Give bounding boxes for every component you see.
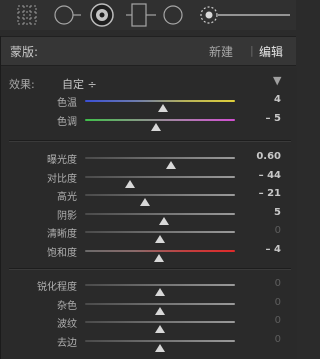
slider-track[interactable] [85, 339, 235, 352]
slider-label: 去边 [57, 337, 77, 349]
slider-track[interactable] [85, 118, 235, 131]
slider-track[interactable] [85, 175, 235, 188]
slider-thumb[interactable] [153, 254, 164, 262]
slider-value[interactable]: 0 [275, 278, 281, 289]
slider-thumb[interactable] [151, 122, 162, 131]
graduated-filter-icon[interactable] [126, 2, 156, 28]
slider-value[interactable]: – 5 [266, 113, 281, 124]
red-eye-icon[interactable] [89, 2, 115, 28]
mask-edit-button[interactable]: 编辑 [259, 43, 283, 60]
mask-header: 蒙版: 新建 | 编辑 [0, 36, 296, 66]
slider-row: 色温 4 [1, 92, 297, 112]
slider-track[interactable] [85, 250, 235, 262]
slider-label: 曝光度 [47, 155, 77, 166]
collapse-triangle-icon[interactable]: ▼ [273, 74, 281, 87]
slider-label: 清晰度 [47, 229, 77, 241]
slider-label: 色调 [57, 116, 77, 128]
slider-track[interactable] [85, 231, 235, 244]
slider-value[interactable]: – 44 [259, 170, 281, 181]
slider-label: 饱和度 [47, 248, 77, 259]
slider-row: 色调 – 5 [1, 111, 297, 131]
slider-label: 杂色 [57, 300, 77, 312]
tool-strip [0, 0, 296, 30]
slider-label: 锐化程度 [37, 282, 77, 293]
slider-value[interactable]: 0 [275, 225, 281, 236]
slider-value[interactable]: 0 [275, 297, 281, 308]
slider-row: 高光 – 21 [1, 186, 297, 207]
adjustment-brush-icon[interactable] [196, 2, 292, 28]
slider-label: 色温 [57, 98, 77, 109]
slider-value[interactable]: – 21 [259, 188, 281, 199]
slider-track[interactable] [85, 212, 235, 225]
slider-value[interactable]: 0 [275, 334, 281, 345]
slider-value[interactable]: 4 [274, 94, 281, 105]
mask-separator: | [250, 44, 254, 57]
slider-value[interactable]: – 4 [266, 244, 281, 255]
mask-label: 蒙版: [10, 45, 39, 59]
effect-preset-select[interactable]: 自定 ÷ [62, 76, 97, 92]
spot-removal-icon[interactable] [52, 2, 82, 28]
slider-row: 对比度 – 44 [1, 168, 297, 188]
crop-overlay-icon[interactable] [16, 2, 40, 28]
slider-label: 阴影 [57, 210, 77, 222]
radial-filter-icon[interactable] [160, 2, 186, 28]
slider-track[interactable] [85, 194, 235, 207]
slider-track[interactable] [85, 100, 235, 112]
slider-value[interactable]: 0 [275, 315, 281, 326]
adjustment-panel: 效果: 自定 ÷ ▼ 色温 4 色调 – 5 曝光度 0.60 对比度 – 44 高光 – 21 阴… [0, 68, 297, 359]
slider-row: 杂色 0 [1, 295, 297, 315]
slider-value[interactable]: 0.60 [256, 151, 281, 162]
group-divider [9, 140, 291, 141]
slider-track[interactable] [85, 302, 235, 315]
group-divider [9, 268, 291, 269]
slider-row: 曝光度 0.60 [1, 149, 297, 169]
slider-track[interactable] [85, 321, 235, 334]
slider-row: 去边 0 [1, 332, 297, 352]
slider-track[interactable] [85, 157, 235, 169]
slider-row: 饱和度 – 4 [1, 242, 297, 262]
slider-row: 阴影 5 [1, 205, 297, 225]
slider-thumb[interactable] [155, 343, 165, 352]
slider-row: 波纹 0 [1, 313, 297, 334]
slider-label: 对比度 [47, 173, 77, 185]
slider-label: 波纹 [57, 319, 77, 331]
slider-track[interactable] [85, 284, 235, 296]
mask-new-button[interactable]: 新建 [209, 43, 233, 60]
slider-label: 高光 [57, 192, 77, 204]
effect-label: 效果: [9, 78, 35, 91]
slider-row: 清晰度 0 [1, 223, 297, 244]
slider-row: 锐化程度 0 [1, 276, 297, 296]
slider-value[interactable]: 5 [274, 207, 281, 218]
